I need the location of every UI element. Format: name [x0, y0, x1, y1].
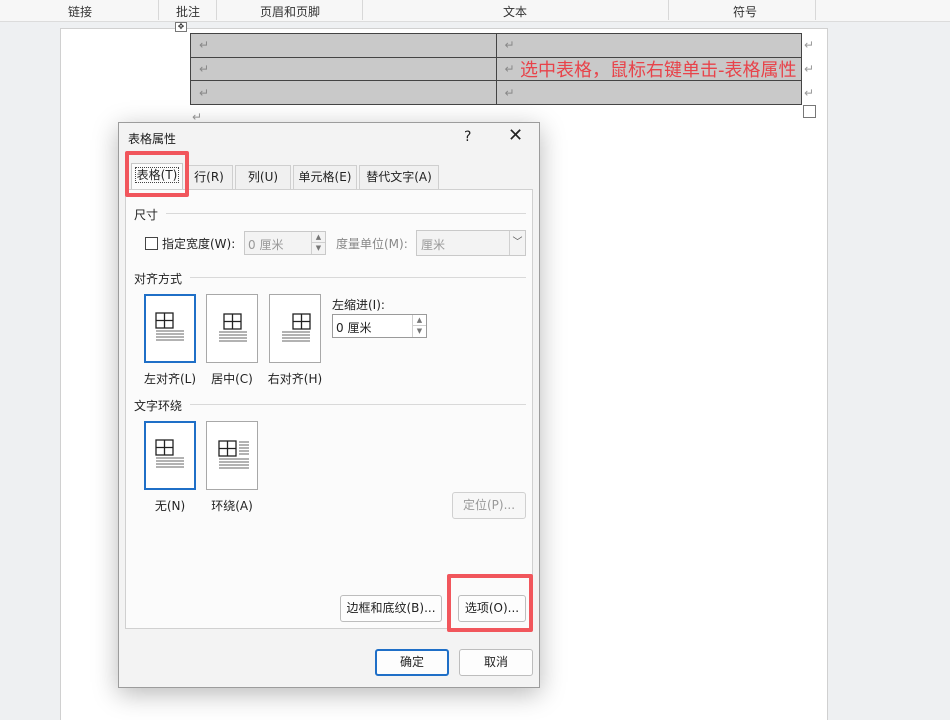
ribbon-group-links: 链接 [67, 5, 92, 19]
highlight-options-button [447, 574, 533, 632]
ok-button[interactable]: 确定 [375, 649, 449, 676]
help-icon[interactable]: ? [464, 129, 471, 145]
position-button: 定位(P)... [452, 492, 526, 519]
close-icon[interactable]: ✕ [508, 127, 523, 145]
chevron-down-icon: ﹀ [509, 231, 525, 255]
size-section-label: 尺寸 [134, 208, 159, 222]
spinner-arrows: ▲ ▼ [311, 232, 325, 254]
align-center-option[interactable] [206, 294, 258, 363]
table-row: ↵ ↵ [190, 80, 802, 105]
unit-select: 厘米 ﹀ [416, 230, 526, 256]
table-cell[interactable]: ↵ [190, 80, 497, 105]
table-resize-handle[interactable] [803, 105, 816, 118]
wrap-none-caption: 无(N) [154, 499, 186, 513]
tab-panel: 尺寸 指定宽度(W): 0 厘米 ▲▼ 度量单位(M): 厘米 ﹀ 对齐方式 [125, 189, 533, 629]
unit-value: 厘米 [421, 238, 446, 252]
wrap-none-icon [155, 439, 184, 468]
align-right-icon [282, 313, 311, 342]
section-divider [190, 277, 526, 278]
tab-column[interactable]: 列(U) [235, 165, 291, 189]
section-divider [166, 213, 526, 214]
width-value: 0 厘米 [248, 238, 284, 252]
align-left-icon [155, 312, 184, 341]
row-end-mark: ↵ [804, 38, 815, 52]
row-end-mark: ↵ [804, 86, 815, 100]
wrap-around-caption: 环绕(A) [211, 499, 253, 513]
align-center-caption: 居中(C) [211, 372, 253, 386]
dialog-title: 表格属性 [128, 132, 177, 146]
table-cell[interactable]: ↵ [190, 33, 497, 58]
tab-cell[interactable]: 单元格(E) [293, 165, 357, 189]
ribbon-separator [216, 0, 217, 20]
wrapping-section-label: 文字环绕 [134, 399, 183, 413]
align-right-option[interactable] [269, 294, 321, 363]
width-spinner: 0 厘米 ▲ ▼ [244, 231, 326, 255]
spinner-arrows[interactable]: ▲ ▼ [412, 315, 426, 337]
highlight-table-tab [125, 151, 189, 197]
ribbon-group-symbols: 符号 [732, 5, 757, 19]
table-move-handle[interactable]: ✥ [175, 22, 187, 32]
spin-up-icon: ▲ [312, 232, 325, 243]
align-right-caption: 右对齐(H) [267, 372, 323, 386]
unit-label: 度量单位(M): [336, 237, 408, 251]
left-indent-spinner[interactable]: 0 厘米 ▲ ▼ [332, 314, 427, 338]
ribbon-separator [158, 0, 159, 20]
table-cell[interactable]: ↵ [495, 33, 802, 58]
wrap-around-option[interactable] [206, 421, 258, 490]
alignment-section-label: 对齐方式 [134, 272, 183, 286]
spin-down-icon[interactable]: ▼ [413, 326, 426, 337]
tab-alt-text[interactable]: 替代文字(A) [359, 165, 439, 189]
ribbon-group-header-footer: 页眉和页脚 [259, 5, 320, 19]
ribbon-group-text: 文本 [502, 5, 527, 19]
borders-shading-button[interactable]: 边框和底纹(B)... [340, 595, 442, 622]
ribbon-separator [815, 0, 816, 20]
ribbon-group-comments: 批注 [175, 5, 200, 19]
indent-value: 0 厘米 [336, 321, 372, 335]
specify-width-checkbox[interactable] [145, 237, 158, 250]
row-end-mark: ↵ [804, 62, 815, 76]
cancel-button[interactable]: 取消 [459, 649, 533, 676]
wrap-none-option[interactable] [144, 421, 196, 490]
wrap-around-icon [218, 440, 249, 469]
ribbon-separator [668, 0, 669, 20]
table-cell[interactable]: ↵ [495, 80, 802, 105]
table-cell[interactable]: ↵ [190, 56, 497, 82]
align-center-icon [219, 313, 247, 342]
table-row: ↵ ↵ [190, 33, 802, 58]
spin-down-icon: ▼ [315, 244, 322, 252]
ribbon-group-labels: 链接 批注 页眉和页脚 文本 符号 [0, 0, 950, 22]
specify-width-label: 指定宽度(W): [162, 237, 236, 251]
align-left-caption: 左对齐(L) [143, 372, 197, 386]
section-divider [190, 404, 526, 405]
left-indent-label: 左缩进(I): [332, 298, 385, 312]
ribbon-separator [362, 0, 363, 20]
spin-up-icon[interactable]: ▲ [413, 315, 426, 326]
instruction-annotation: 选中表格，鼠标右键单击-表格属性 [520, 60, 797, 81]
tab-row[interactable]: 行(R) [185, 165, 233, 189]
align-left-option[interactable] [144, 294, 196, 363]
